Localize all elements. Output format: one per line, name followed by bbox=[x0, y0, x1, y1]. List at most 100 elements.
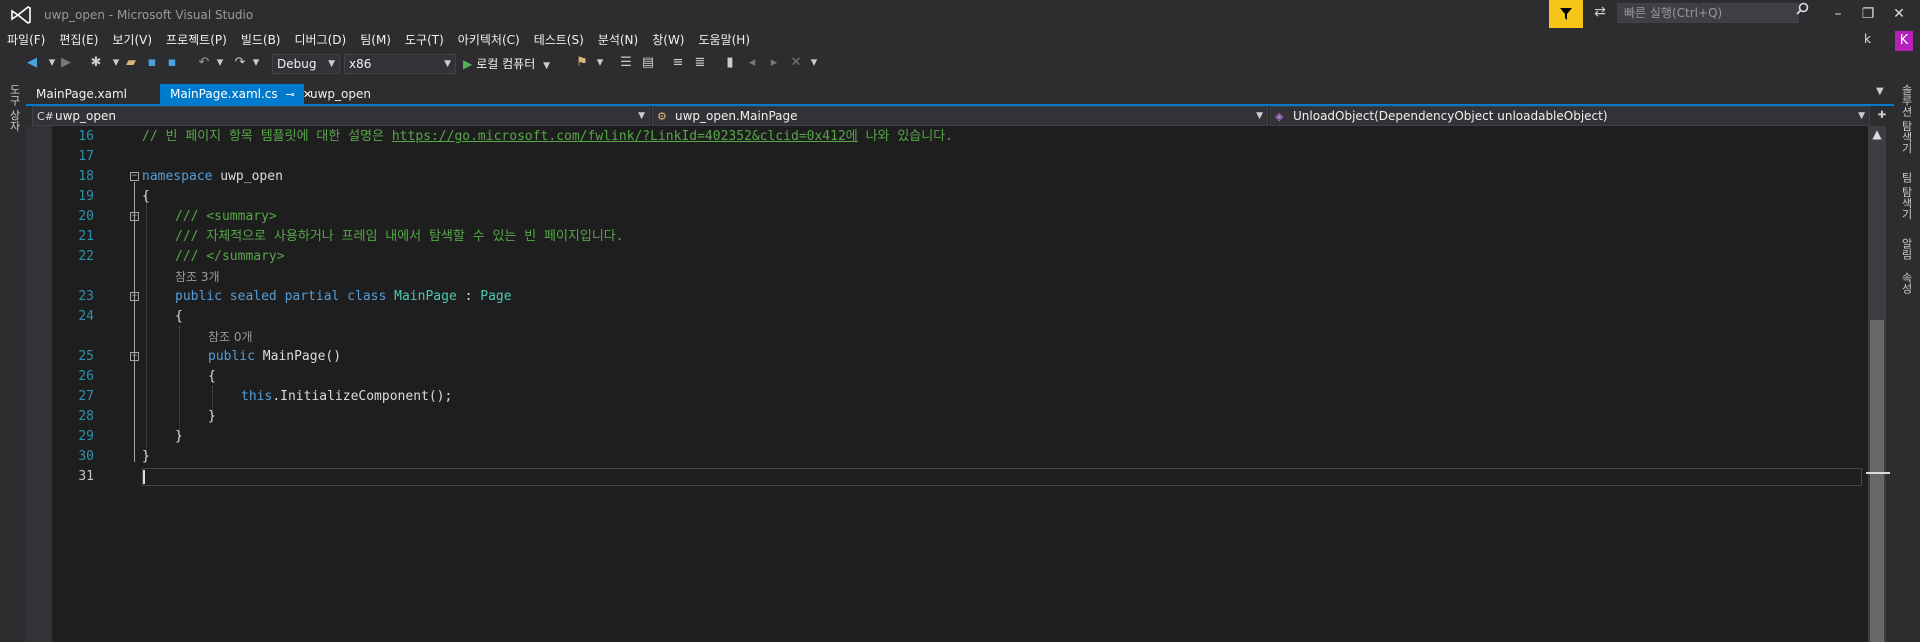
menu-edit[interactable]: 편집(E) bbox=[52, 30, 105, 52]
tab-uwp-open[interactable]: uwp_open bbox=[300, 84, 420, 104]
window-title: uwp_open - Microsoft Visual Studio bbox=[44, 8, 254, 22]
new-project-icon[interactable]: ✱ bbox=[88, 55, 104, 71]
codelens-references[interactable]: 참조 0개 bbox=[208, 328, 253, 346]
menu-team[interactable]: 팀(M) bbox=[353, 30, 398, 52]
code-line-28[interactable]: } bbox=[208, 407, 216, 427]
menu-help[interactable]: 도움말(H) bbox=[692, 30, 758, 52]
menu-file[interactable]: 파일(F) bbox=[0, 30, 52, 52]
code-line-26[interactable]: { bbox=[208, 367, 216, 387]
live-share-icon[interactable]: ⇄ bbox=[1589, 4, 1611, 24]
redo-icon[interactable]: ↷ bbox=[232, 55, 248, 71]
tab-mainpage-xaml-cs[interactable]: MainPage.xaml.cs ⊸ ✕ bbox=[160, 84, 312, 104]
code-line-22[interactable]: /// </summary> bbox=[175, 247, 285, 267]
notifications-tab[interactable]: 알림 bbox=[1900, 238, 1914, 260]
dropdown-arrow-icon[interactable]: ▾ bbox=[212, 55, 228, 71]
code-line-29[interactable]: } bbox=[175, 427, 183, 447]
code-line-20[interactable]: /// <summary> bbox=[175, 207, 277, 227]
code-line-19[interactable]: { bbox=[142, 187, 150, 207]
split-window-icon[interactable]: ✚ bbox=[1872, 106, 1892, 126]
save-all-icon[interactable]: ▪ bbox=[164, 55, 180, 71]
previous-bookmark-icon[interactable]: ◂ bbox=[744, 55, 760, 71]
bookmark-icon[interactable]: ▮ bbox=[722, 55, 738, 71]
menu-debug[interactable]: 디버그(D) bbox=[288, 30, 354, 52]
code-line-27[interactable]: this.InitializeComponent(); bbox=[241, 387, 452, 407]
indicator-margin[interactable] bbox=[26, 126, 52, 642]
menu-view[interactable]: 보기(V) bbox=[105, 30, 159, 52]
chevron-down-icon: ▼ bbox=[638, 111, 645, 121]
method-icon: ◈ bbox=[1275, 110, 1284, 123]
menu-tools[interactable]: 도구(T) bbox=[398, 30, 451, 52]
line-number-current: 31 bbox=[78, 469, 94, 484]
code-line-21[interactable]: /// 자체적으로 사용하거나 프레임 내에서 탐색할 수 있는 빈 페이지입니… bbox=[175, 227, 624, 247]
outline-guide bbox=[134, 182, 135, 462]
properties-icon[interactable]: ▤ bbox=[640, 55, 656, 71]
uncomment-icon[interactable]: ≣ bbox=[692, 55, 708, 71]
chevron-down-icon: ▼ bbox=[1858, 111, 1865, 121]
comment-link[interactable]: https://go.microsoft.com/fwlink/?LinkId=… bbox=[392, 129, 858, 144]
dropdown-arrow-icon[interactable]: ▾ bbox=[592, 55, 608, 71]
comment-icon[interactable]: ≡ bbox=[670, 55, 686, 71]
toolbox-tab[interactable]: 도구 상자 bbox=[8, 84, 22, 132]
find-in-files-icon[interactable]: ⚑ bbox=[574, 55, 590, 71]
platform-value: x86 bbox=[349, 57, 372, 71]
member-select[interactable]: ◈ UnloadObject(DependencyObject unloadab… bbox=[1270, 106, 1870, 126]
code-editor[interactable] bbox=[26, 126, 1870, 642]
line-number: 18 bbox=[78, 169, 94, 184]
menu-build[interactable]: 빌드(B) bbox=[234, 30, 288, 52]
team-explorer-tab[interactable]: 팀 탐색기 bbox=[1900, 172, 1914, 220]
left-tool-strip bbox=[0, 80, 26, 642]
menu-analyze[interactable]: 분석(N) bbox=[591, 30, 645, 52]
dropdown-arrow-icon[interactable]: ▾ bbox=[248, 55, 264, 71]
line-number: 17 bbox=[78, 149, 94, 164]
code-line-18[interactable]: namespace uwp_open bbox=[142, 167, 283, 187]
clear-bookmarks-icon[interactable]: ✕ bbox=[788, 55, 804, 71]
navigate-back-icon[interactable]: ◀ bbox=[24, 55, 40, 71]
code-line-30[interactable]: } bbox=[142, 447, 150, 467]
class-select[interactable]: ⚙ uwp_open.MainPage ▼ bbox=[652, 106, 1268, 126]
identifier: .InitializeComponent(); bbox=[272, 389, 453, 404]
next-bookmark-icon[interactable]: ▸ bbox=[766, 55, 782, 71]
tab-mainpage-xaml[interactable]: MainPage.xaml bbox=[26, 84, 160, 104]
solution-explorer-icon[interactable]: ☰ bbox=[618, 55, 634, 71]
line-number: 21 bbox=[78, 229, 94, 244]
code-line-25[interactable]: public MainPage() bbox=[208, 347, 341, 367]
feedback-filter-icon[interactable] bbox=[1549, 0, 1583, 28]
project-select[interactable]: C# uwp_open ▼ bbox=[32, 106, 650, 126]
solution-platform-select[interactable]: x86 ▼ bbox=[344, 54, 456, 74]
properties-tab[interactable]: 속성 bbox=[1900, 272, 1914, 294]
menu-window[interactable]: 창(W) bbox=[645, 30, 691, 52]
scrollbar-thumb[interactable] bbox=[1870, 320, 1884, 642]
chevron-down-icon: ▼ bbox=[328, 59, 335, 69]
close-button[interactable]: ✕ bbox=[1884, 2, 1914, 26]
open-file-icon[interactable]: ▰ bbox=[123, 55, 139, 71]
dropdown-arrow-icon[interactable]: ▾ bbox=[108, 55, 124, 71]
tab-list-chevron-down-icon[interactable]: ▼ bbox=[1876, 86, 1884, 97]
line-number: 27 bbox=[78, 389, 94, 404]
restore-button[interactable]: ❐ bbox=[1853, 2, 1883, 26]
code-line-23[interactable]: public sealed partial class MainPage : P… bbox=[175, 287, 512, 307]
line-number: 28 bbox=[78, 409, 94, 424]
user-name[interactable]: k bbox=[1864, 32, 1871, 46]
avatar[interactable]: K bbox=[1895, 31, 1913, 51]
start-debugging-button[interactable]: ▶ 로컬 컴퓨터 ▼ bbox=[463, 55, 550, 72]
menu-project[interactable]: 프로젝트(P) bbox=[159, 30, 234, 52]
save-icon[interactable]: ▪ bbox=[144, 55, 160, 71]
menu-architecture[interactable]: 아키텍처(C) bbox=[451, 30, 527, 52]
code-line-16[interactable]: // 빈 페이지 항목 템플릿에 대한 설명은 https://go.micro… bbox=[142, 127, 953, 147]
minimize-button[interactable]: – bbox=[1823, 2, 1853, 26]
undo-icon[interactable]: ↶ bbox=[196, 55, 212, 71]
solution-explorer-tab[interactable]: 솔루션 탐색기 bbox=[1900, 84, 1914, 154]
menu-test[interactable]: 테스트(S) bbox=[527, 30, 591, 52]
solution-configuration-select[interactable]: Debug ▼ bbox=[272, 54, 340, 74]
pin-icon[interactable]: ⊸ bbox=[286, 88, 295, 101]
toolbar-options-icon[interactable]: ▾ bbox=[806, 55, 822, 71]
quick-launch-input[interactable]: 빠른 실행(Ctrl+Q) bbox=[1617, 3, 1799, 23]
code-line-24[interactable]: { bbox=[175, 307, 183, 327]
codelens-references[interactable]: 참조 3개 bbox=[175, 268, 220, 286]
keyword: this bbox=[241, 389, 273, 404]
search-icon[interactable] bbox=[1796, 2, 1812, 20]
menu-bar: 파일(F) 편집(E) 보기(V) 프로젝트(P) 빌드(B) 디버그(D) 팀… bbox=[0, 30, 1920, 52]
collapse-namespace-icon[interactable]: − bbox=[130, 172, 139, 181]
navigate-forward-icon[interactable]: ▶ bbox=[58, 55, 74, 71]
scroll-up-icon[interactable]: ▲ bbox=[1868, 126, 1886, 142]
